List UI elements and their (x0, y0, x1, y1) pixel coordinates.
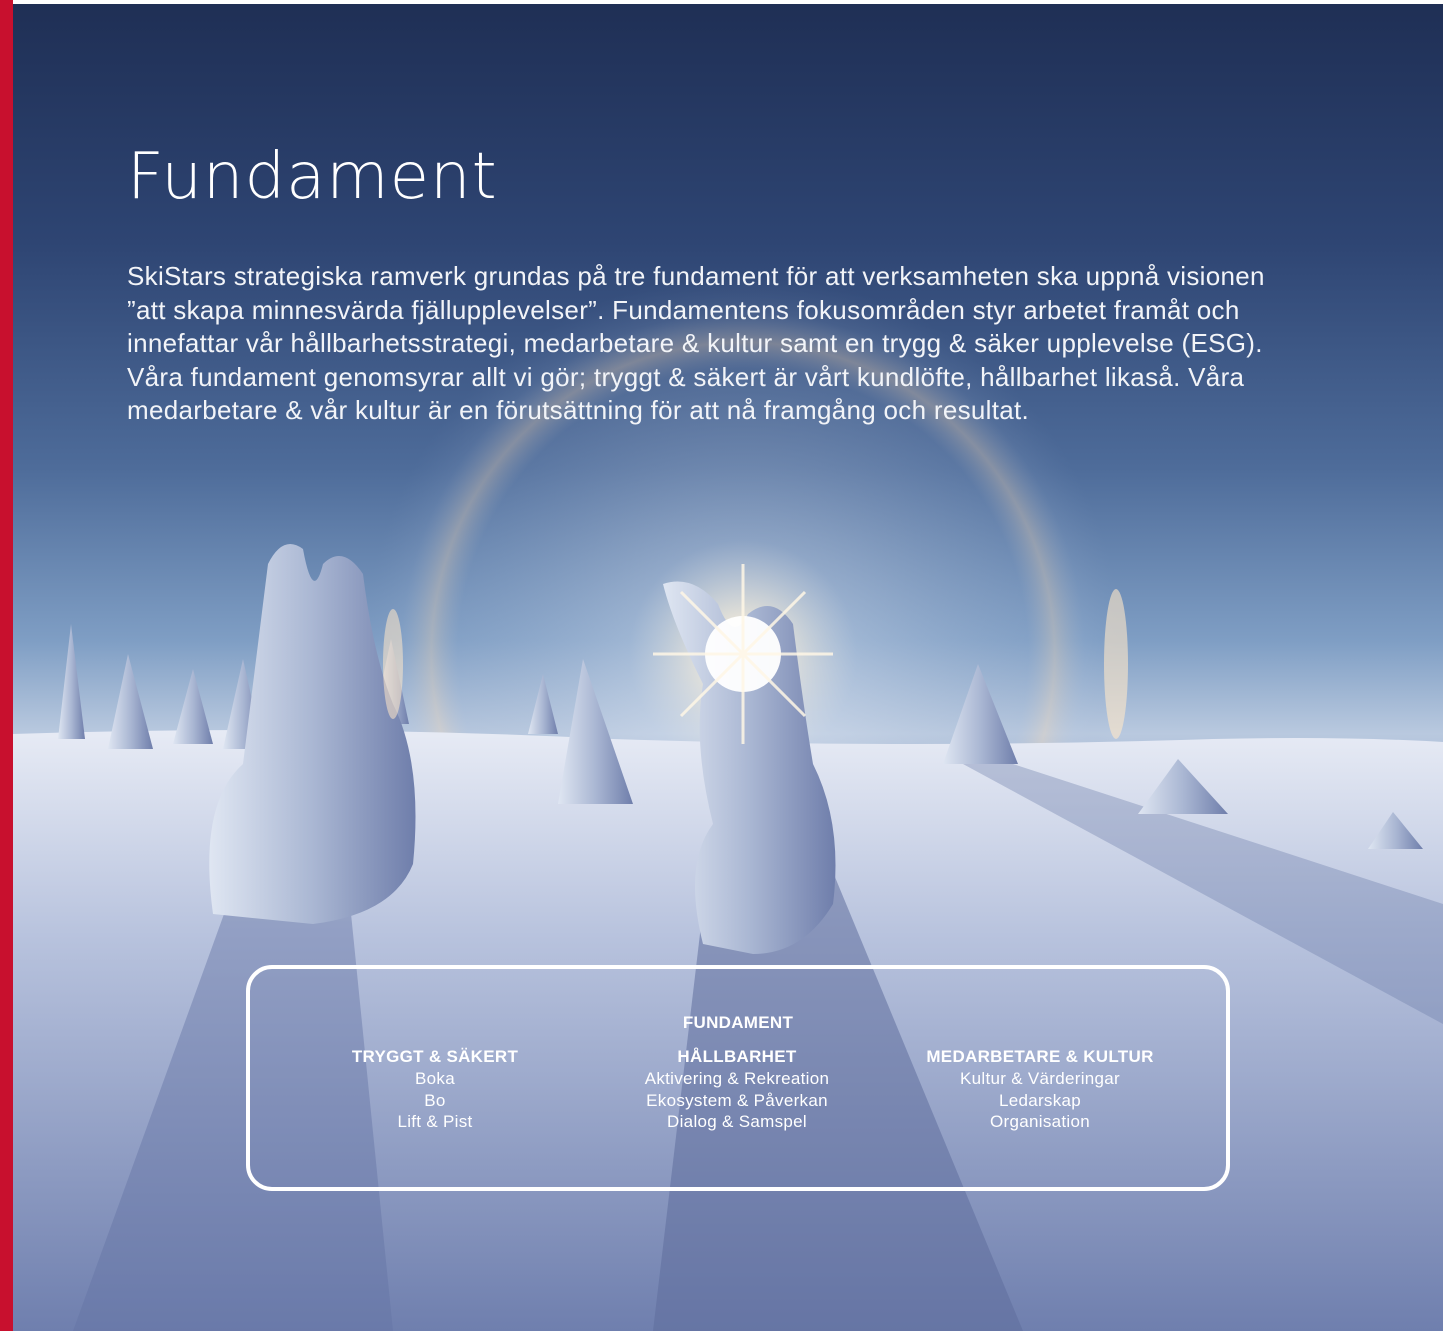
column-item: Kultur & Värderingar (959, 1069, 1121, 1088)
page-title: Fundament (127, 140, 498, 214)
fundament-column-safety: TRYGGT & SÄKERT Boka Bo Lift & Pist (285, 1046, 585, 1133)
fundament-column-people: MEDARBETARE & KULTUR Kultur & Värderinga… (890, 1046, 1190, 1133)
column-item: Ledarskap (998, 1090, 1082, 1110)
page: Fundament SkiStars strategiska ramverk g… (0, 0, 1443, 1331)
fundament-box: FUNDAMENT TRYGGT & SÄKERT Boka Bo Lift &… (246, 965, 1230, 1191)
column-item: Bo (424, 1090, 446, 1110)
column-item: Aktivering & Rekreation (644, 1069, 830, 1088)
column-item: Lift & Pist (397, 1112, 473, 1131)
fundament-column-sustainability: HÅLLBARHET Aktivering & Rekreation Ekosy… (587, 1046, 887, 1133)
column-item: Ekosystem & Påverkan (646, 1090, 828, 1110)
intro-paragraph: SkiStars strategiska ramverk grundas på … (127, 261, 1265, 425)
column-title: HÅLLBARHET (677, 1047, 797, 1066)
column-item: Dialog & Samspel (667, 1112, 807, 1131)
column-item: Boka (415, 1069, 455, 1088)
column-item: Organisation (990, 1112, 1090, 1131)
column-title: TRYGGT & SÄKERT (351, 1047, 519, 1066)
column-title: MEDARBETARE & KULTUR (926, 1047, 1154, 1066)
accent-bar (0, 0, 13, 1331)
fundament-heading: FUNDAMENT (682, 1013, 794, 1032)
